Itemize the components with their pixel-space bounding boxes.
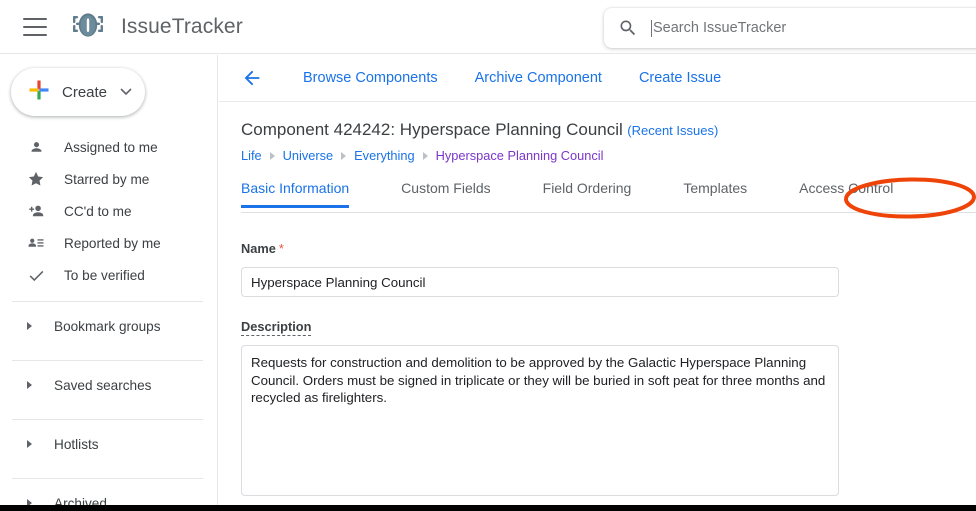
browse-components-link[interactable]: Browse Components (303, 70, 438, 86)
create-issue-link[interactable]: Create Issue (639, 70, 721, 86)
breadcrumb-item-life[interactable]: Life (241, 148, 262, 163)
description-textarea[interactable] (241, 345, 839, 496)
sidebar-group-bookmark-groups[interactable]: Bookmark groups (0, 302, 217, 350)
tab-field-ordering[interactable]: Field Ordering (543, 180, 632, 207)
sidebar-item-label: Assigned to me (64, 139, 158, 155)
tab-custom-fields[interactable]: Custom Fields (401, 180, 490, 207)
top-header: IssueTracker Search IssueTracker (0, 0, 976, 54)
breadcrumb-item-everything[interactable]: Everything (354, 148, 414, 163)
triangle-right-icon (27, 381, 32, 389)
name-input[interactable] (241, 267, 839, 297)
triangle-right-icon (27, 322, 32, 330)
search-bar[interactable]: Search IssueTracker (604, 8, 976, 48)
create-button[interactable]: Create (11, 68, 145, 116)
search-text-cursor (651, 19, 652, 37)
back-arrow-icon[interactable] (241, 67, 263, 89)
page-header: Component 424242: Hyperspace Planning Co… (219, 102, 976, 163)
archive-component-link[interactable]: Archive Component (475, 70, 602, 86)
sidebar-group-label: Saved searches (54, 377, 152, 393)
action-bar: Browse Components Archive Component Crea… (219, 55, 976, 102)
sidebar-item-label: Reported by me (64, 235, 161, 251)
person-add-icon (26, 201, 46, 221)
bottom-bar (0, 505, 976, 511)
app-root: IssueTracker Search IssueTracker Create … (0, 0, 976, 511)
hamburger-menu-icon[interactable] (23, 17, 47, 36)
tab-access-control[interactable]: Access Control (799, 180, 893, 207)
main-content: Browse Components Archive Component Crea… (219, 55, 976, 505)
brand-title: IssueTracker (121, 14, 243, 38)
create-button-label: Create (62, 83, 108, 101)
sidebar-item-label: Starred by me (64, 171, 150, 187)
sidebar-group-hotlists[interactable]: Hotlists (0, 420, 217, 468)
breadcrumb: Life Universe Everything Hyperspace Plan… (241, 148, 976, 163)
name-label-text: Name (241, 241, 276, 256)
breadcrumb-separator-icon (341, 151, 347, 160)
sidebar: Create Assigned to me Starred by me CC'd… (0, 55, 218, 511)
breadcrumb-item-current[interactable]: Hyperspace Planning Council (436, 148, 604, 163)
breadcrumb-separator-icon (422, 151, 428, 160)
person-icon (26, 137, 46, 157)
sidebar-item-reported-by-me[interactable]: Reported by me (0, 227, 217, 259)
required-asterisk: * (278, 241, 284, 256)
triangle-right-icon (27, 440, 32, 448)
sidebar-item-label: CC'd to me (64, 203, 132, 219)
sidebar-group-label: Hotlists (54, 436, 99, 452)
page-title: Component 424242: Hyperspace Planning Co… (241, 120, 623, 139)
search-icon (618, 18, 638, 38)
check-icon (26, 265, 46, 285)
basic-information-form: Name* Description (219, 213, 976, 501)
bug-logo-icon (69, 5, 107, 48)
name-field-block: Name * (241, 240, 976, 297)
sidebar-group-label: Bookmark groups (54, 318, 161, 334)
page-title-row: Component 424242: Hyperspace Planning Co… (241, 120, 976, 140)
sidebar-item-label: To be verified (64, 267, 145, 283)
chevron-down-icon[interactable] (120, 83, 132, 101)
contact-list-icon (26, 233, 46, 253)
sidebar-item-starred-by-me[interactable]: Starred by me (0, 163, 217, 195)
breadcrumb-item-universe[interactable]: Universe (283, 148, 334, 163)
brand-area[interactable]: IssueTracker (69, 5, 243, 48)
search-input[interactable]: Search IssueTracker (653, 20, 786, 36)
breadcrumb-separator-icon (269, 151, 275, 160)
description-field-block: Description (241, 318, 976, 501)
sidebar-item-to-be-verified[interactable]: To be verified (0, 259, 217, 291)
description-field-label: Description (241, 319, 312, 336)
tab-bar: Basic Information Custom Fields Field Or… (241, 180, 976, 213)
google-plus-icon (27, 78, 51, 107)
sidebar-group-saved-searches[interactable]: Saved searches (0, 361, 217, 409)
tab-templates[interactable]: Templates (683, 180, 747, 207)
sidebar-item-ccd-to-me[interactable]: CC'd to me (0, 195, 217, 227)
star-icon (26, 169, 46, 189)
tab-basic-information[interactable]: Basic Information (241, 180, 350, 208)
description-label-text: Description (241, 319, 312, 336)
name-field-label: Name * (241, 241, 284, 256)
sidebar-item-assigned-to-me[interactable]: Assigned to me (0, 131, 217, 163)
recent-issues-link[interactable]: (Recent Issues) (627, 123, 718, 138)
sidebar-nav-list: Assigned to me Starred by me CC'd to me … (0, 131, 217, 291)
